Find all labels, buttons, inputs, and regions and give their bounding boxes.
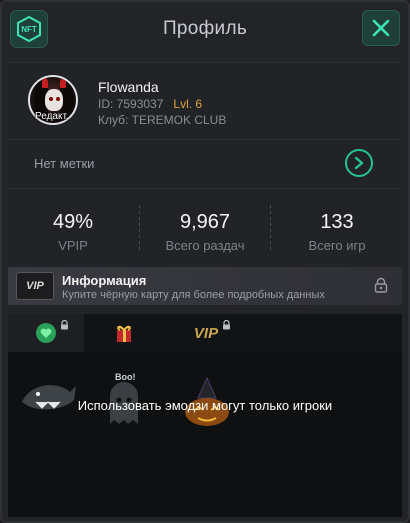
player-level: Lvl. 6 bbox=[173, 97, 203, 111]
emoji-tabs: VIP bbox=[8, 314, 402, 352]
edit-avatar-label[interactable]: Редакт. bbox=[35, 111, 69, 122]
profile-card: Редакт. Flowanda ID: 7593037 Lvl. 6 Клуб:… bbox=[8, 62, 402, 186]
lock-icon bbox=[374, 277, 388, 293]
lock-icon bbox=[61, 320, 68, 330]
emoji-grid: Boo! bbox=[8, 352, 402, 517]
stat-value: 49% bbox=[52, 211, 94, 233]
close-button[interactable] bbox=[362, 10, 400, 46]
chevron-right-icon bbox=[354, 156, 364, 170]
tab-emoji-basic[interactable] bbox=[8, 314, 84, 352]
gift-icon bbox=[117, 325, 131, 342]
vip-card-icon: VIP bbox=[16, 272, 54, 300]
tag-arrow-button[interactable] bbox=[345, 149, 373, 177]
divider bbox=[8, 139, 402, 140]
emoji-notice: Использовать эмодзи могут только игроки bbox=[77, 398, 333, 413]
stat-vpip: 49% VPIP bbox=[8, 211, 138, 253]
stats-panel: 49% VPIP 9,967 Всего раздач 133 Всего иг… bbox=[8, 188, 402, 264]
tab-emoji-vip[interactable]: VIP bbox=[168, 314, 244, 352]
green-heart-icon bbox=[36, 323, 56, 343]
player-id: ID: 7593037 bbox=[98, 97, 164, 111]
stat-value: 9,967 bbox=[179, 211, 231, 233]
stat-label: Всего раздач bbox=[165, 238, 245, 253]
stat-value: 133 bbox=[320, 211, 354, 233]
info-title: Информация bbox=[62, 273, 147, 288]
divider bbox=[270, 205, 271, 251]
boo-label: Boo! bbox=[115, 372, 136, 382]
vip-tab-label: VIP bbox=[193, 324, 219, 342]
tab-emoji-gift[interactable] bbox=[86, 314, 162, 352]
info-bar[interactable]: VIP Информация Купите чёрную карту для б… bbox=[8, 267, 402, 305]
lock-icon bbox=[223, 320, 230, 330]
player-club: Клуб: TEREMOK CLUB bbox=[98, 113, 227, 127]
player-name: Flowanda bbox=[98, 79, 159, 95]
dialog-header: NFT Профиль bbox=[0, 0, 410, 62]
stat-total-hands: 9,967 Всего раздач bbox=[140, 211, 270, 253]
stat-total-games: 133 Всего игр bbox=[272, 211, 402, 253]
close-icon bbox=[372, 19, 390, 37]
info-subtitle: Купите чёрную карту для более подробных … bbox=[62, 289, 325, 301]
stat-label: VPIP bbox=[58, 238, 88, 253]
stat-label: Всего игр bbox=[308, 238, 366, 253]
player-id-line: ID: 7593037 Lvl. 6 bbox=[98, 97, 202, 111]
tag-label: Нет метки bbox=[34, 156, 95, 171]
page-title: Профиль bbox=[162, 18, 248, 39]
